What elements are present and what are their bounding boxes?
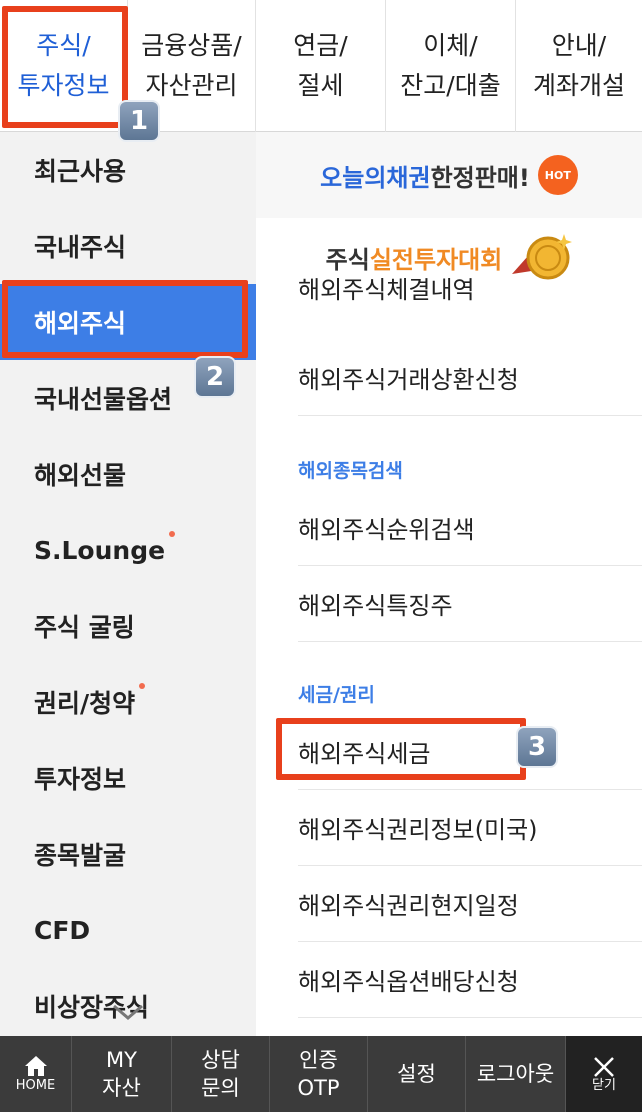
- tab-label: 주식/ 투자정보: [17, 31, 110, 100]
- menu-item-overseas-trade-repayment[interactable]: 해외주식거래상환신청: [298, 340, 642, 416]
- sidebar-item-stock-discovery[interactable]: 종목발굴: [0, 816, 256, 892]
- consult-button[interactable]: 상담 문의: [172, 1036, 270, 1112]
- banner-text: 한정판매!: [430, 163, 530, 192]
- tab-pension-tax[interactable]: 연금/ 절세: [256, 0, 386, 132]
- chevron-down-icon[interactable]: [110, 1000, 146, 1024]
- home-button[interactable]: HOME: [0, 1036, 72, 1112]
- consult-label: 상담 문의: [201, 1048, 240, 1100]
- sidebar-item-label: 최근사용: [34, 157, 127, 186]
- my-assets-label: MY 자산: [102, 1048, 141, 1100]
- sidebar-item-label: 투자정보: [34, 765, 127, 794]
- submenu-panel: 오늘의채권 한정판매! HOT 주식 실전투자대회 해외주식체결내역 해외주식거…: [256, 132, 642, 1036]
- sidebar-item-cfd[interactable]: CFD: [0, 892, 256, 968]
- step-badge-2: 2: [194, 356, 236, 398]
- auth-otp-button[interactable]: 인증 OTP: [270, 1036, 368, 1112]
- section-heading-overseas-search: 해외종목검색: [298, 460, 403, 482]
- home-label: HOME: [15, 1078, 56, 1093]
- menu-item-label: 해외주식옵션배당신청: [298, 968, 519, 996]
- menu-item-overseas-option-dividend[interactable]: 해외주식옵션배당신청: [298, 942, 642, 1018]
- section-heading-tax-rights: 세금/권리: [298, 684, 375, 706]
- menu-item-label: 해외주식거래상환신청: [298, 366, 519, 394]
- sidebar-item-s-lounge[interactable]: S.Lounge: [0, 512, 256, 588]
- sidebar-item-overseas-stocks[interactable]: 해외주식: [0, 284, 256, 360]
- sidebar-item-rights-subscription[interactable]: 권리/청약: [0, 664, 256, 740]
- tab-transfer-balance-loan[interactable]: 이체/ 잔고/대출: [386, 0, 516, 132]
- settings-label: 설정: [397, 1062, 436, 1086]
- home-icon: [24, 1056, 47, 1076]
- menu-item-label: 해외주식특징주: [298, 592, 453, 620]
- tab-label: 연금/ 절세: [293, 31, 348, 100]
- sidebar-item-label: CFD: [34, 915, 91, 945]
- banner-accent-text: 오늘의채권: [320, 163, 431, 192]
- sidebar: 최근사용 국내주식 해외주식 국내선물옵션 해외선물 S.Lounge 주식 굴…: [0, 132, 256, 1036]
- sidebar-item-label: 권리/청약: [34, 689, 136, 718]
- menu-item-overseas-rights-info-us[interactable]: 해외주식권리정보(미국): [298, 790, 642, 866]
- menu-item-label: 해외주식권리정보(미국): [298, 816, 538, 844]
- otp-label: 인증 OTP: [297, 1048, 340, 1100]
- hot-badge: HOT: [537, 155, 578, 195]
- sidebar-item-overseas-futures[interactable]: 해외선물: [0, 436, 256, 512]
- sidebar-item-label: S.Lounge: [34, 535, 166, 565]
- new-dot-indicator: [169, 531, 176, 537]
- sidebar-item-label: 해외선물: [34, 461, 127, 490]
- sidebar-item-stock-gulling[interactable]: 주식 굴링: [0, 588, 256, 664]
- close-button[interactable]: 닫기: [566, 1036, 642, 1112]
- sidebar-item-investment-info[interactable]: 투자정보: [0, 740, 256, 816]
- menu-item-label: 해외주식순위검색: [298, 516, 475, 544]
- new-dot-indicator: [139, 683, 146, 689]
- bottom-toolbar: HOME MY 자산 상담 문의 인증 OTP 설정 로그아웃 닫기: [0, 1036, 642, 1112]
- menu-item-overseas-rights-local-schedule[interactable]: 해외주식권리현지일정: [298, 866, 642, 942]
- tab-label: 이체/ 잔고/대출: [400, 31, 501, 100]
- step-badge-1: 1: [118, 100, 160, 142]
- sidebar-item-label: 해외주식: [34, 309, 127, 338]
- close-icon: [594, 1057, 614, 1077]
- my-assets-button[interactable]: MY 자산: [72, 1036, 172, 1112]
- logout-button[interactable]: 로그아웃: [466, 1036, 566, 1112]
- step-badge-3: 3: [516, 726, 558, 768]
- tab-guide-account-open[interactable]: 안내/ 계좌개설: [516, 0, 642, 132]
- sidebar-item-domestic-stocks[interactable]: 국내주식: [0, 208, 256, 284]
- top-tab-bar: 주식/ 투자정보 금융상품/ 자산관리 연금/ 절세 이체/ 잔고/대출 안내/…: [0, 0, 642, 132]
- tab-label: 안내/ 계좌개설: [532, 31, 625, 100]
- sidebar-item-recent[interactable]: 최근사용: [0, 132, 256, 208]
- trophy-coin-icon: [512, 234, 573, 280]
- sidebar-item-label: 국내주식: [34, 233, 127, 262]
- menu-item-overseas-featured-stocks[interactable]: 해외주식특징주: [298, 566, 642, 642]
- sidebar-item-label: 국내선물옵션: [34, 385, 173, 414]
- sidebar-item-label: 종목발굴: [34, 841, 127, 870]
- tab-stocks-investment-info[interactable]: 주식/ 투자정보: [0, 0, 128, 132]
- menu-item-partially-hidden[interactable]: 해외주식체결내역: [298, 270, 475, 305]
- close-label: 닫기: [592, 1078, 616, 1093]
- menu-item-overseas-ranking-search[interactable]: 해외주식순위검색: [298, 490, 642, 566]
- menu-item-label: 해외주식권리현지일정: [298, 892, 519, 920]
- settings-button[interactable]: 설정: [368, 1036, 466, 1112]
- tab-label: 금융상품/ 자산관리: [141, 31, 242, 100]
- bond-sale-banner[interactable]: 오늘의채권 한정판매! HOT: [256, 132, 642, 218]
- sidebar-item-label: 주식 굴링: [34, 613, 135, 642]
- menu-item-label: 해외주식세금: [298, 740, 431, 768]
- menu-item-overseas-tax[interactable]: 해외주식세금: [298, 714, 642, 790]
- logout-label: 로그아웃: [476, 1062, 555, 1086]
